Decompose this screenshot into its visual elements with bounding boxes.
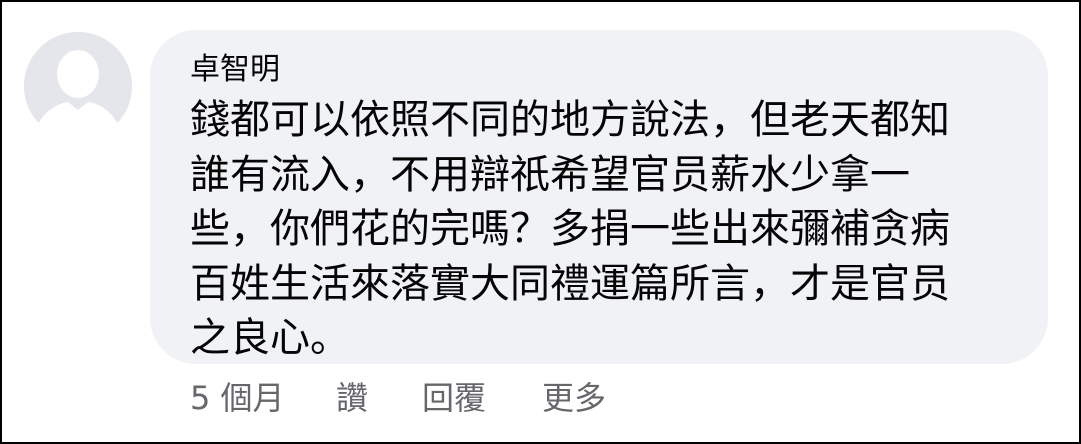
comment-bubble: 卓智明 錢都可以依照不同的地方說法，但老天都知 誰有流入，不用辯祇希望官员薪水少… bbox=[150, 30, 1048, 364]
comment-text-line: 之良心。 bbox=[190, 315, 350, 361]
comment-text-line: 誰有流入，不用辯祇希望官员薪水少拿一 bbox=[190, 151, 910, 198]
comment-text-line: 些，你們花的完嗎？多捐一些出來彌補贪病 bbox=[190, 206, 950, 252]
like-button[interactable]: 讚 bbox=[336, 376, 368, 420]
avatar[interactable] bbox=[24, 32, 132, 140]
comment-timestamp[interactable]: 5 個月 bbox=[190, 376, 285, 420]
reply-button[interactable]: 回覆 bbox=[422, 376, 486, 420]
comment-screenshot: 卓智明 錢都可以依照不同的地方說法，但老天都知 誰有流入，不用辯祇希望官员薪水少… bbox=[0, 0, 1081, 444]
comment-text-line: 錢都可以依照不同的地方說法，但老天都知 bbox=[190, 97, 950, 143]
default-person-silhouette-icon bbox=[24, 32, 132, 140]
more-button[interactable]: 更多 bbox=[542, 376, 606, 420]
comment-text: 錢都可以依照不同的地方說法，但老天都知 誰有流入，不用辯祇希望官员薪水少拿一 些… bbox=[190, 93, 1010, 366]
comment-text-line: 百姓生活來落實大同禮運篇所言，才是官员 bbox=[190, 260, 950, 307]
comment-author[interactable]: 卓智明 bbox=[190, 50, 280, 90]
